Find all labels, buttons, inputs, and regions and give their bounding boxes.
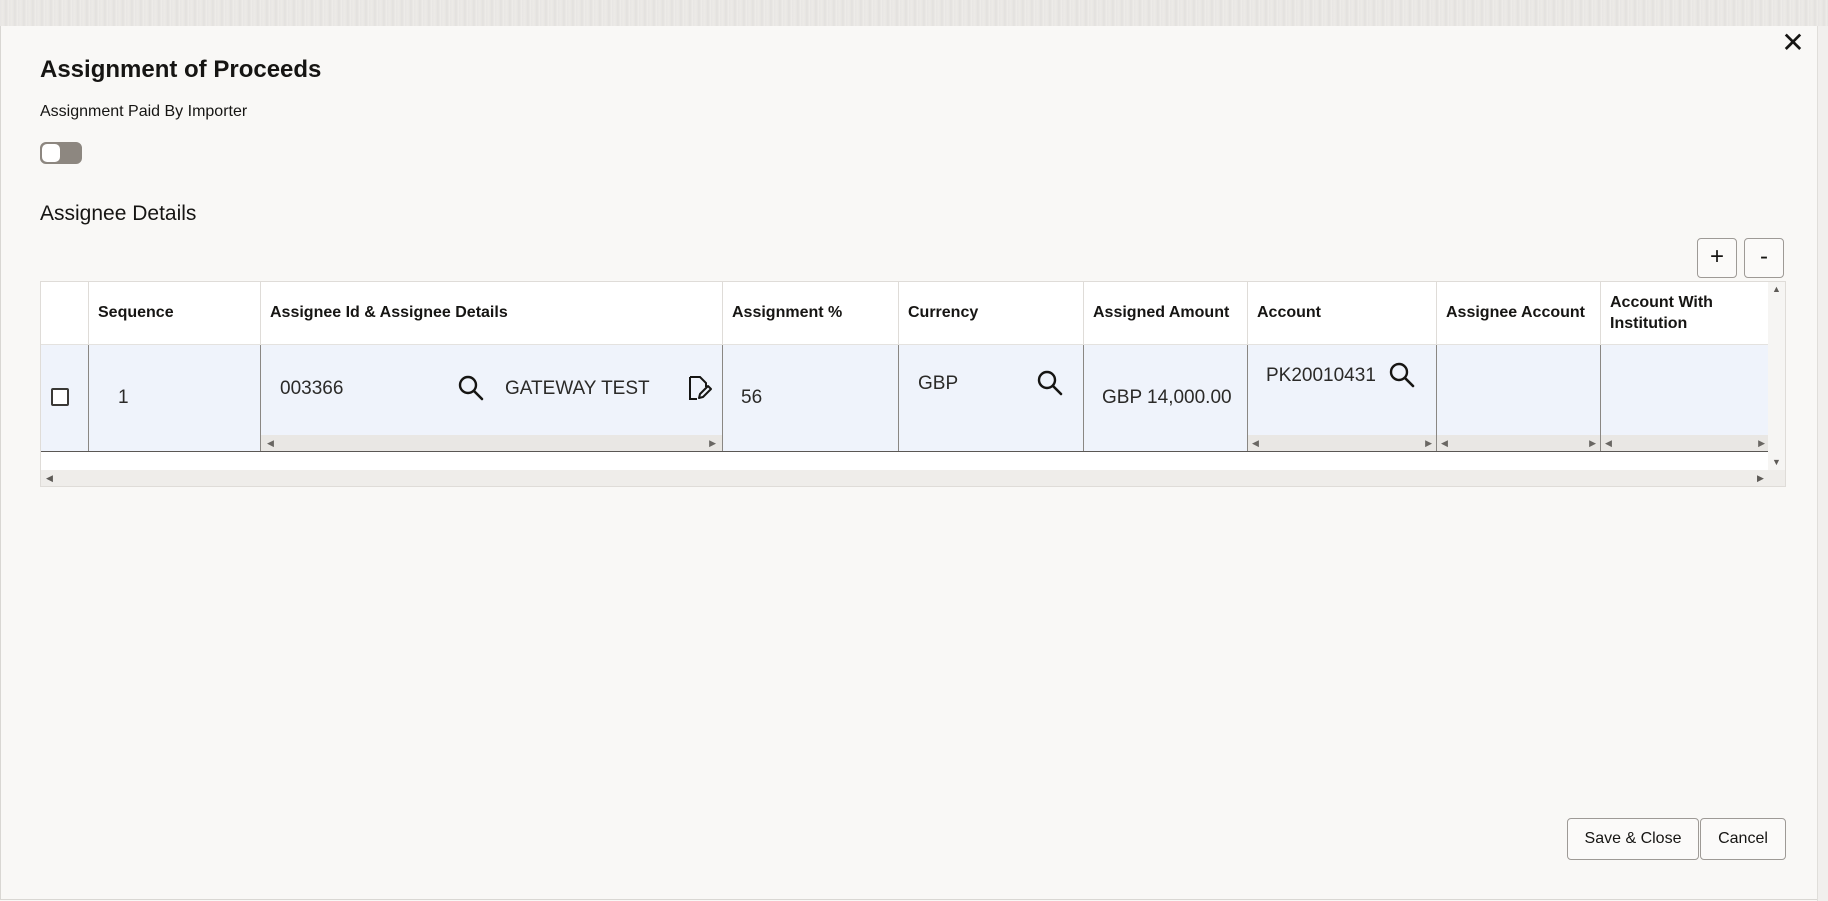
assignee-account-cell: ◀ ▶: [1437, 345, 1601, 451]
assigned-amount-field: GBP 14,000.00: [1102, 387, 1232, 409]
save-and-close-button[interactable]: Save & Close: [1567, 818, 1699, 860]
account-search-icon[interactable]: [1388, 361, 1416, 389]
scroll-right-arrow-icon[interactable]: ▶: [1758, 438, 1765, 449]
scroll-left-arrow-icon[interactable]: ◀: [1252, 438, 1259, 449]
account-field[interactable]: PK20010431: [1266, 365, 1376, 387]
column-header-assignee: Assignee Id & Assignee Details: [261, 282, 723, 344]
column-header-assignment-pct: Assignment %: [723, 282, 899, 344]
table-vertical-scrollbar[interactable]: ▲ ▼: [1768, 282, 1785, 470]
add-row-button[interactable]: +: [1697, 238, 1737, 278]
scroll-down-arrow-icon[interactable]: ▼: [1772, 457, 1781, 467]
scroll-right-arrow-icon[interactable]: ▶: [1589, 438, 1596, 449]
cancel-button[interactable]: Cancel: [1700, 818, 1786, 860]
currency-cell: GBP: [899, 345, 1084, 451]
scroll-up-arrow-icon[interactable]: ▲: [1772, 284, 1781, 294]
account-with-institution-cell: ◀ ▶: [1601, 345, 1769, 451]
scroll-right-arrow-icon[interactable]: ▶: [709, 438, 716, 449]
scroll-left-arrow-icon[interactable]: ◀: [267, 438, 274, 449]
table-horizontal-scrollbar[interactable]: ◀ ▶: [41, 470, 1785, 486]
sequence-value: 1: [118, 387, 129, 409]
assignee-table: Sequence Assignee Id & Assignee Details …: [40, 281, 1786, 487]
select-column-header: [41, 282, 89, 344]
column-header-assignee-account: Assignee Account: [1437, 282, 1601, 344]
account-cell: PK20010431 ◀ ▶: [1248, 345, 1437, 451]
column-header-account: Account: [1248, 282, 1437, 344]
scroll-left-arrow-icon[interactable]: ◀: [1605, 438, 1612, 449]
assignee-details-title: Assignee Details: [40, 202, 196, 226]
assignee-cell: 003366 GATEWAY TEST ◀ ▶: [261, 345, 723, 451]
currency-search-icon[interactable]: [1036, 369, 1064, 397]
table-row: 1 003366 GATEWAY TEST ◀ ▶ 56 GBP: [41, 344, 1769, 452]
column-header-sequence: Sequence: [89, 282, 261, 344]
edit-document-icon[interactable]: [685, 374, 713, 402]
page-edge: [1817, 26, 1828, 901]
assignment-pct-field[interactable]: 56: [741, 387, 762, 409]
background-strip: [0, 0, 1828, 26]
assignee-name-field[interactable]: GATEWAY TEST: [505, 378, 650, 400]
scroll-left-arrow-icon[interactable]: ◀: [1441, 438, 1448, 449]
account-with-institution-cell-scrollbar[interactable]: ◀ ▶: [1601, 435, 1769, 451]
select-cell: [41, 345, 89, 451]
assignment-paid-by-importer-toggle[interactable]: [40, 142, 82, 164]
assignment-pct-cell: 56: [723, 345, 899, 451]
column-header-assigned-amount: Assigned Amount: [1084, 282, 1248, 344]
currency-field[interactable]: GBP: [918, 373, 958, 395]
row-select-checkbox[interactable]: [51, 388, 69, 406]
scroll-left-arrow-icon[interactable]: ◀: [46, 473, 53, 484]
dialog-title: Assignment of Proceeds: [40, 56, 321, 84]
assignment-paid-by-importer-label: Assignment Paid By Importer: [40, 103, 247, 121]
account-cell-scrollbar[interactable]: ◀ ▶: [1248, 435, 1436, 451]
scroll-right-arrow-icon[interactable]: ▶: [1425, 438, 1432, 449]
toggle-knob: [42, 144, 60, 162]
close-icon[interactable]: ✕: [1780, 30, 1806, 56]
assignee-cell-scrollbar[interactable]: ◀ ▶: [261, 435, 722, 451]
column-header-currency: Currency: [899, 282, 1084, 344]
assignee-account-cell-scrollbar[interactable]: ◀ ▶: [1437, 435, 1600, 451]
sequence-cell: 1: [89, 345, 261, 451]
assignee-id-field[interactable]: 003366: [280, 378, 343, 400]
column-header-account-with-institution: Account With Institution: [1601, 282, 1768, 344]
remove-row-button[interactable]: -: [1744, 238, 1784, 278]
scroll-right-arrow-icon[interactable]: ▶: [1757, 473, 1764, 484]
assignee-search-icon[interactable]: [457, 374, 485, 402]
assigned-amount-cell: GBP 14,000.00: [1084, 345, 1248, 451]
